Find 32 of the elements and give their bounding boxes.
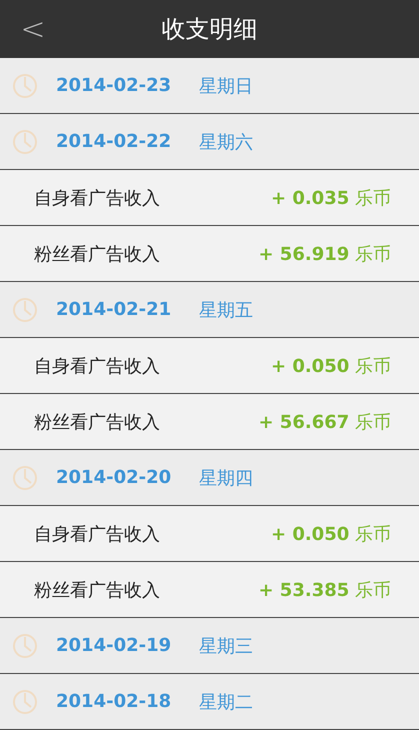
clock-icon [12,128,38,154]
income-label: 粉丝看广告收入 [34,410,160,434]
income-amount: + 0.035 乐币 [270,186,391,210]
income-amount: + 0.050 乐币 [270,522,391,546]
page-title: 收支明细 [162,14,258,45]
clock-icon [12,72,38,98]
date-text: 2014-02-18 [56,691,172,712]
income-label: 自身看广告收入 [34,522,160,546]
weekday-text: 星期五 [199,298,254,322]
date-text: 2014-02-19 [56,635,172,656]
income-amount: + 56.667 乐币 [258,410,391,434]
income-label: 粉丝看广告收入 [34,242,160,266]
income-label: 自身看广告收入 [34,354,160,378]
income-label: 粉丝看广告收入 [34,578,160,602]
clock-icon [12,632,38,658]
clock-icon [12,464,38,490]
date-text: 2014-02-21 [56,299,172,320]
date-text: 2014-02-20 [56,467,172,488]
weekday-text: 星期四 [199,466,254,490]
weekday-text: 星期日 [199,74,254,98]
income-amount: + 0.050 乐币 [270,354,391,378]
income-label: 自身看广告收入 [34,186,160,210]
weekday-text: 星期三 [199,634,254,658]
income-amount: + 53.385 乐币 [258,578,391,602]
clock-icon [12,688,38,714]
date-text: 2014-02-22 [56,131,172,152]
weekday-text: 星期六 [199,130,254,154]
clock-icon [12,296,38,322]
weekday-text: 星期二 [199,690,254,714]
back-button[interactable]: < [18,10,48,48]
income-amount: + 56.919 乐币 [258,242,391,266]
date-text: 2014-02-23 [56,75,172,96]
